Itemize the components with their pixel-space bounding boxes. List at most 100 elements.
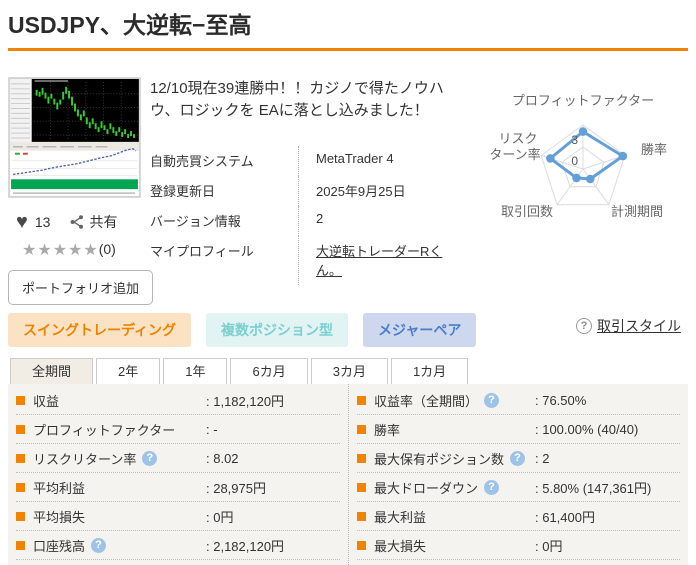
- stat-value: : 0円: [535, 538, 563, 554]
- bullet-icon: [357, 511, 366, 521]
- bullet-icon: [16, 511, 25, 521]
- radar-axis-risk-return-line2: ターン率: [489, 147, 540, 162]
- tag[interactable]: 複数ポジション型: [206, 313, 349, 347]
- stat-value: : -: [206, 421, 218, 437]
- info-label: 自動売買システム: [150, 154, 254, 169]
- stat-label: 平均損失: [33, 509, 86, 525]
- stat-value: : 2,182,120円: [206, 538, 285, 554]
- page: USDJPY、大逆転−至高 ♥ 13 共有 ★★★★★(0) ポートフォリオ追加…: [0, 0, 696, 565]
- stat-value: : 28,975円: [206, 480, 266, 496]
- help-icon[interactable]: ?: [142, 450, 158, 466]
- bullet-icon: [357, 395, 366, 405]
- stat-row: 収益 : 1,182,120円: [16, 386, 340, 415]
- stat-label: 最大保有ポジション数: [374, 451, 505, 467]
- bullet-icon: [357, 424, 366, 434]
- tab-1-year[interactable]: 1年: [163, 358, 228, 384]
- tag[interactable]: メジャーペア: [363, 313, 477, 347]
- stat-value: : 61,400円: [535, 509, 595, 525]
- share-icon: [71, 215, 84, 229]
- stat-value: : 0円: [206, 509, 234, 525]
- stat-label: 最大利益: [374, 509, 427, 525]
- strategy-chart-thumbnail[interactable]: [8, 77, 141, 198]
- radar-axis-win-rate: 勝率: [641, 142, 667, 157]
- help-icon[interactable]: ?: [484, 392, 500, 408]
- stat-row: プロフィットファクター : -: [16, 415, 340, 444]
- stat-row: 最大保有ポジション数? : 2: [357, 444, 680, 473]
- profile-link[interactable]: 大逆転トレーダーRくん。: [316, 241, 456, 279]
- histogram-band: [11, 179, 138, 190]
- radar-axis-trade-count: 取引回数: [501, 204, 553, 219]
- stat-value: : 76.50%: [535, 392, 587, 408]
- likes-count: 13: [34, 214, 51, 230]
- rating-row[interactable]: ★★★★★(0): [22, 240, 116, 260]
- share-button[interactable]: 共有: [69, 212, 117, 232]
- help-icon[interactable]: ?: [91, 537, 107, 553]
- info-value: 大逆転トレーダーRくん。: [298, 236, 470, 285]
- stat-value: : 5.80% (147,361円): [535, 480, 652, 496]
- stats-column-left: 収益 : 1,182,120円 プロフィットファクター : - リスクリターン率…: [8, 384, 348, 565]
- info-table: 自動売買システム MetaTrader 4 登録更新日 2025年9月25日 バ…: [150, 146, 470, 285]
- likes-row: ♥ 13 共有: [16, 212, 117, 232]
- page-title: USDJPY、大逆転−至高: [8, 12, 252, 38]
- trade-style-link[interactable]: ? 取引スタイル: [576, 316, 681, 336]
- tab-all-period[interactable]: 全期間: [10, 358, 94, 384]
- stat-label: リスクリターン率: [33, 451, 137, 467]
- radar-axis-profit-factor: プロフィットファクター: [512, 93, 654, 108]
- stat-row: 収益率（全期間）? : 76.50%: [357, 386, 680, 415]
- stat-label: 最大損失: [374, 538, 427, 554]
- radar-tick-min: 0: [571, 154, 578, 168]
- info-value: MetaTrader 4: [298, 146, 470, 176]
- title-accent-rule: [8, 48, 688, 51]
- info-value: 2: [298, 206, 470, 236]
- period-tabs: 全期間 2年 1年 6カ月 3カ月 1カ月: [10, 358, 469, 384]
- stat-row: 平均損失 : 0円: [16, 502, 340, 531]
- bullet-icon: [357, 540, 366, 550]
- bullet-icon: [16, 424, 25, 434]
- strategy-description: 12/10現在39連勝中！！カジノで得たノウハウ、ロジックを EAに落とし込みま…: [150, 80, 444, 119]
- help-icon[interactable]: ?: [510, 450, 526, 466]
- tag[interactable]: スイングトレーディング: [8, 313, 192, 347]
- stat-label: 最大ドローダウン: [374, 480, 479, 496]
- stat-value: : 100.00% (40/40): [535, 421, 639, 437]
- rating-count: (0): [98, 241, 116, 257]
- stat-row: 平均利益 : 28,975円: [16, 473, 340, 502]
- bullet-icon: [16, 395, 25, 405]
- stat-label: 口座残高: [33, 538, 86, 554]
- star-icons: ★★★★★: [22, 242, 99, 259]
- bullet-icon: [357, 453, 366, 463]
- stats-column-right: 収益率（全期間）? : 76.50% 勝率 : 100.00% (40/40) …: [348, 384, 688, 565]
- add-portfolio-button[interactable]: ポートフォリオ追加: [8, 270, 154, 305]
- stat-label: 勝率: [374, 422, 401, 438]
- trade-style-label: 取引スタイル: [597, 318, 681, 334]
- radar-tick-max: 3: [571, 133, 578, 147]
- tab-6-months[interactable]: 6カ月: [230, 358, 308, 384]
- stat-row: 最大損失 : 0円: [357, 531, 680, 560]
- heart-icon[interactable]: ♥: [16, 212, 28, 232]
- bullet-icon: [16, 453, 25, 463]
- stat-label: 収益率（全期間）: [374, 393, 479, 409]
- info-label: マイプロフィール: [150, 244, 254, 259]
- tab-2-years[interactable]: 2年: [96, 358, 161, 384]
- stat-value: : 2: [535, 450, 550, 466]
- stat-row: 勝率 : 100.00% (40/40): [357, 415, 680, 444]
- bullet-icon: [16, 540, 25, 550]
- tab-3-months[interactable]: 3カ月: [310, 358, 388, 384]
- stat-row: リスクリターン率? : 8.02: [16, 444, 340, 473]
- radar-polygon: [548, 130, 625, 181]
- share-label: 共有: [89, 214, 118, 230]
- info-label: 登録更新日: [150, 184, 216, 199]
- tab-1-month[interactable]: 1カ月: [390, 358, 469, 384]
- stat-row: 口座残高? : 2,182,120円: [16, 531, 340, 560]
- stats-panel: 収益 : 1,182,120円 プロフィットファクター : - リスクリターン率…: [8, 384, 688, 565]
- radar-axis-risk-return-line1: リスク: [498, 131, 537, 146]
- stat-value: : 1,182,120円: [206, 393, 285, 409]
- performance-radar-chart: 3 0 プロフィットファクター 勝率 計測期間 取引回数 リスク ターン率: [489, 93, 667, 219]
- help-icon[interactable]: ?: [484, 479, 500, 495]
- bullet-icon: [357, 482, 366, 492]
- radar-dots: [546, 127, 628, 184]
- tags-row: スイングトレーディング 複数ポジション型 メジャーペア: [8, 313, 477, 347]
- stat-row: 最大ドローダウン? : 5.80% (147,361円): [357, 473, 680, 502]
- stat-row: 最大利益 : 61,400円: [357, 502, 680, 531]
- bullet-icon: [16, 482, 25, 492]
- info-value: 2025年9月25日: [298, 176, 470, 206]
